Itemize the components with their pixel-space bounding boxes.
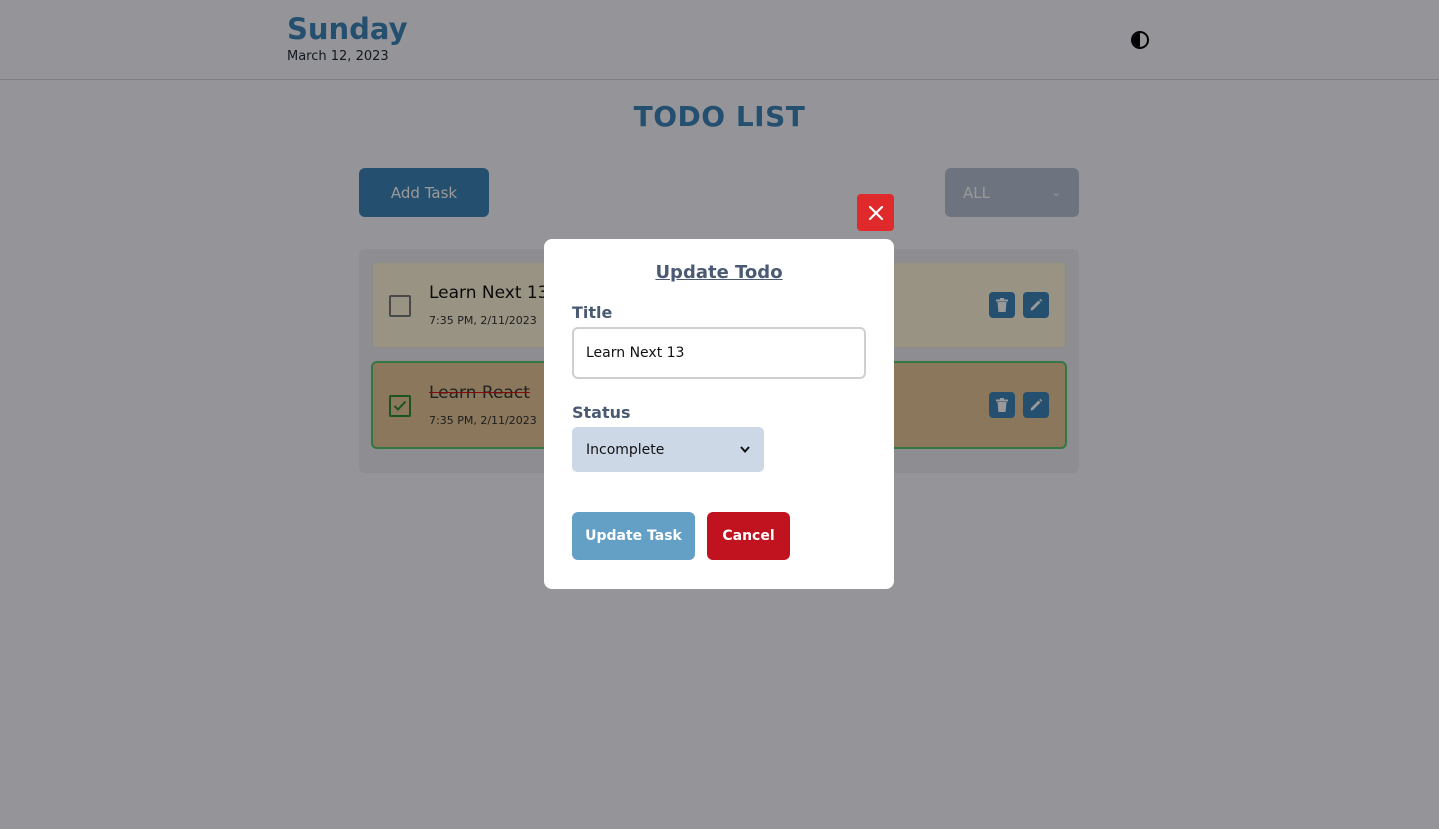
- status-select[interactable]: Incomplete: [572, 427, 764, 472]
- cancel-button[interactable]: Cancel: [707, 512, 790, 560]
- close-modal-button[interactable]: [857, 194, 894, 231]
- update-todo-modal: Update Todo Title Status Incomplete Upda…: [544, 239, 894, 589]
- title-label: Title: [572, 303, 613, 322]
- update-task-button[interactable]: Update Task: [572, 512, 695, 560]
- close-icon: [868, 205, 883, 220]
- title-input[interactable]: [572, 327, 866, 379]
- status-label: Status: [572, 403, 631, 422]
- status-selected-value: Incomplete: [586, 441, 665, 458]
- modal-heading: Update Todo: [655, 262, 783, 283]
- chevron-down-icon: [740, 446, 750, 453]
- page: Sunday March 12, 2023 TODO LIST Add Task…: [0, 0, 1439, 829]
